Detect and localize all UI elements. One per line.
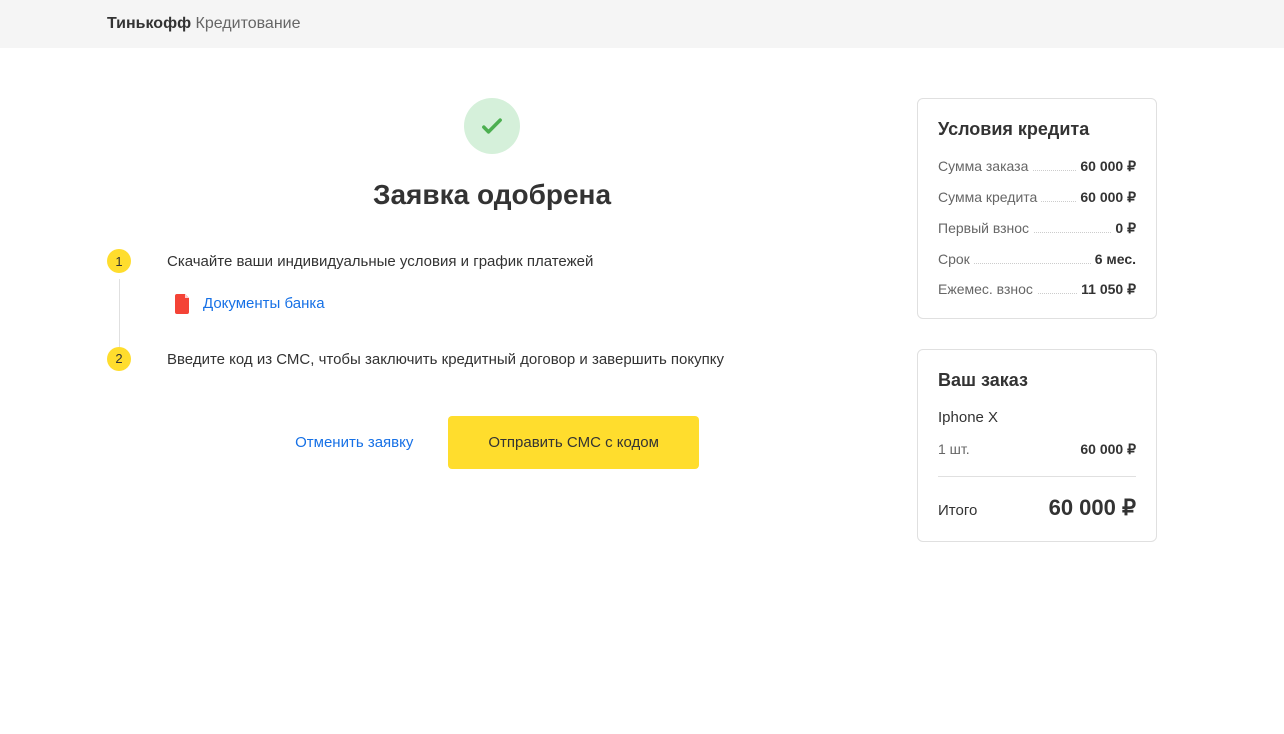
- step-1-number: 1: [107, 249, 131, 273]
- monthly-payment-value: 11 050 ₽: [1077, 281, 1136, 298]
- sidebar: Условия кредита Сумма заказа 60 000 ₽ Су…: [917, 98, 1157, 572]
- order-item-row: 1 шт. 60 000 ₽: [938, 441, 1136, 477]
- main-content: Заявка одобрена 1 Скачайте ваши индивиду…: [107, 98, 877, 572]
- order-total-label: Итого: [938, 502, 977, 519]
- initial-payment-value: 0 ₽: [1111, 220, 1136, 237]
- term-row: Срок 6 мес.: [938, 251, 1136, 267]
- brand-name: Тинькофф: [107, 15, 191, 32]
- order-total-value: 60 000 ₽: [1049, 495, 1136, 521]
- order-item-qty: 1 шт.: [938, 441, 970, 458]
- step-2-number: 2: [107, 347, 131, 371]
- order-total-row: Итого 60 000 ₽: [938, 495, 1136, 521]
- monthly-payment-row: Ежемес. взнос 11 050 ₽: [938, 281, 1136, 298]
- documents-link[interactable]: Документы банка: [167, 294, 877, 314]
- order-sum-value: 60 000 ₽: [1076, 158, 1136, 175]
- success-icon: [464, 98, 520, 154]
- send-sms-button[interactable]: Отправить СМС с кодом: [448, 416, 699, 469]
- credit-terms-title: Условия кредита: [938, 119, 1136, 140]
- order-sum-row: Сумма заказа 60 000 ₽: [938, 158, 1136, 175]
- step-1: 1 Скачайте ваши индивидуальные условия и…: [167, 251, 877, 314]
- credit-sum-row: Сумма кредита 60 000 ₽: [938, 189, 1136, 206]
- step-connector: [119, 279, 120, 349]
- order-card: Ваш заказ Iphone X 1 шт. 60 000 ₽ Итого …: [917, 349, 1157, 542]
- order-item-name: Iphone X: [938, 409, 1136, 426]
- credit-terms-card: Условия кредита Сумма заказа 60 000 ₽ Су…: [917, 98, 1157, 319]
- step-2: 2 Введите код из СМС, чтобы заключить кр…: [167, 349, 877, 372]
- step-2-text: Введите код из СМС, чтобы заключить кред…: [167, 349, 877, 372]
- actions: Отменить заявку Отправить СМС с кодом: [107, 416, 877, 469]
- step-1-text: Скачайте ваши индивидуальные условия и г…: [167, 251, 877, 274]
- cancel-button[interactable]: Отменить заявку: [285, 424, 423, 461]
- header: Тинькофф Кредитование: [0, 0, 1284, 48]
- product-name: Кредитование: [191, 15, 300, 32]
- documents-link-text: Документы банка: [203, 295, 325, 312]
- initial-payment-row: Первый взнос 0 ₽: [938, 220, 1136, 237]
- document-icon: [175, 294, 191, 314]
- term-value: 6 мес.: [1091, 251, 1136, 267]
- order-item-price: 60 000 ₽: [1080, 441, 1136, 458]
- page-title: Заявка одобрена: [107, 179, 877, 211]
- credit-sum-value: 60 000 ₽: [1076, 189, 1136, 206]
- order-title: Ваш заказ: [938, 370, 1136, 391]
